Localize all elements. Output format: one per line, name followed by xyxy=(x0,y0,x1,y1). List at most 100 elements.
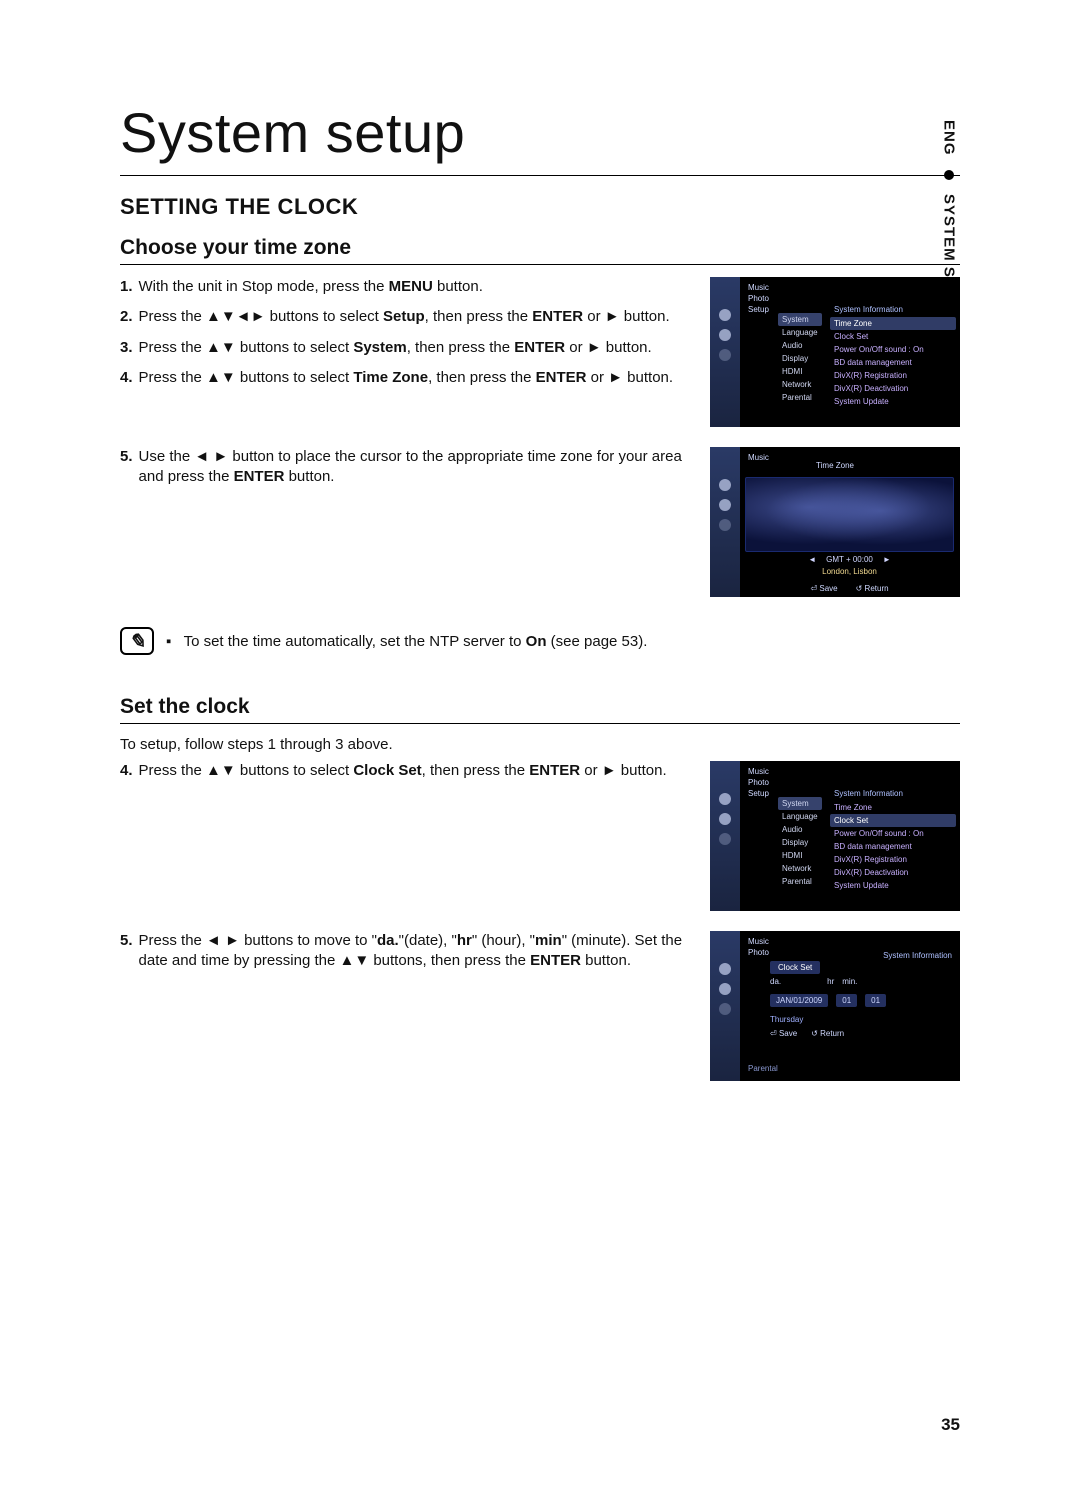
tv-clockset-title: Clock Set xyxy=(770,961,820,974)
tv-menu-item: Language xyxy=(778,326,822,339)
label-min: min. xyxy=(842,977,857,986)
lang-tab: ENG xyxy=(941,120,958,156)
tv-panel-header: System Information xyxy=(830,305,956,314)
tv-hr-value: 01 xyxy=(836,994,857,1007)
set-clock-heading: Set the clock xyxy=(120,695,960,724)
step: 1.With the unit in Stop mode, press the … xyxy=(120,277,694,297)
gear-icon xyxy=(719,813,731,825)
tv-screenshot-clockset-fields: Music Photo System Information Clock Set… xyxy=(710,931,960,1081)
globe-icon xyxy=(719,793,731,805)
tv-nav-setup: Setup xyxy=(748,305,769,314)
page-number: 35 xyxy=(941,1415,960,1435)
note-pencil-icon: ✎ xyxy=(120,627,154,655)
step: 2.Press the ▲▼◄► buttons to select Setup… xyxy=(120,307,694,327)
globe-icon xyxy=(719,963,731,975)
tv-menu-system: System xyxy=(778,797,822,810)
step: 4.Press the ▲▼ buttons to select Clock S… xyxy=(120,761,694,781)
tv-date-value: JAN/01/2009 xyxy=(770,994,828,1007)
tv-menu-item: Display xyxy=(778,352,822,365)
globe-icon xyxy=(719,479,731,491)
tv-menu-item: Audio xyxy=(778,339,822,352)
tv-save-button-label: Save xyxy=(819,584,837,593)
tv-screenshot-timezone-map: Music Time Zone ◄ GMT + 00:00 ► London, … xyxy=(710,447,960,597)
tv-screenshot-system-clockset: Music Photo Setup System Language Audio … xyxy=(710,761,960,911)
tv-panel-item: Time Zone xyxy=(830,801,956,814)
gear-icon xyxy=(719,983,731,995)
tv-menu-item: Display xyxy=(778,836,822,849)
gear-icon xyxy=(719,329,731,341)
tv-panel-item: BD data management xyxy=(830,356,956,369)
enter-icon: ⏎ xyxy=(770,1029,779,1038)
gear-icon xyxy=(719,499,731,511)
page-title: System setup xyxy=(120,100,960,176)
tv-panel-item: DivX(R) Deactivation xyxy=(830,382,956,395)
tv-return-button-label: Return xyxy=(865,584,889,593)
tv-cities: London, Lisbon xyxy=(745,567,954,576)
tv-panel-item: Power On/Off sound : On xyxy=(830,343,956,356)
tv-save-button-label: Save xyxy=(779,1029,797,1038)
tv-nav-photo: Photo xyxy=(748,948,769,957)
tv-return-button-label: Return xyxy=(820,1029,844,1038)
set-clock-step4: 4.Press the ▲▼ buttons to select Clock S… xyxy=(120,761,694,781)
choose-tz-steps: 1.With the unit in Stop mode, press the … xyxy=(120,277,694,388)
tv-nav-music: Music xyxy=(748,937,769,946)
note-bullet: ▪ xyxy=(166,633,171,650)
tv-menu-system: System xyxy=(778,313,822,326)
bullet-icon xyxy=(944,170,954,180)
manual-page: ENG SYSTEM SETUP System setup SETTING TH… xyxy=(0,0,1080,1485)
dim-icon xyxy=(719,1003,731,1015)
tv-nav-setup: Setup xyxy=(748,789,769,798)
tv-panel-item: DivX(R) Deactivation xyxy=(830,866,956,879)
tv-screenshot-system-timezone: Music Photo Setup System Language Audio … xyxy=(710,277,960,427)
return-icon: ↺ xyxy=(811,1029,820,1038)
note: ✎ ▪ To set the time automatically, set t… xyxy=(120,627,960,655)
label-hr: hr xyxy=(827,977,834,986)
choose-tz-heading: Choose your time zone xyxy=(120,236,960,265)
dim-icon xyxy=(719,833,731,845)
tv-menu-item: HDMI xyxy=(778,849,822,862)
tv-weekday: Thursday xyxy=(770,1015,886,1024)
world-map-icon xyxy=(745,477,954,552)
tv-menu-item: Audio xyxy=(778,823,822,836)
tv-panel-item: Power On/Off sound : On xyxy=(830,827,956,840)
tv-nav-photo: Photo xyxy=(748,294,769,303)
tv-min-value: 01 xyxy=(865,994,886,1007)
set-clock-intro: To setup, follow steps 1 through 3 above… xyxy=(120,736,960,753)
tv-menu-item: Parental xyxy=(778,875,822,888)
tv-gmt: GMT + 00:00 xyxy=(826,555,873,564)
dim-icon xyxy=(719,349,731,361)
tv-menu-item: Language xyxy=(778,810,822,823)
tv-panel-item: Clock Set xyxy=(830,330,956,343)
tv-tz-title: Time Zone xyxy=(710,461,960,470)
tv-panel-item: DivX(R) Registration xyxy=(830,369,956,382)
step: 5.Press the ◄ ► buttons to move to "da."… xyxy=(120,931,694,972)
tv-panel-item: System Update xyxy=(830,879,956,892)
step: 5.Use the ◄ ► button to place the cursor… xyxy=(120,447,694,488)
choose-tz-step5: 5.Use the ◄ ► button to place the cursor… xyxy=(120,447,694,488)
tv-menu-item: Network xyxy=(778,378,822,391)
dim-icon xyxy=(719,519,731,531)
tv-menu-item: HDMI xyxy=(778,365,822,378)
tv-panel-item: DivX(R) Registration xyxy=(830,853,956,866)
tv-menu-item: Parental xyxy=(748,1064,778,1073)
tv-panel-item: System Update xyxy=(830,395,956,408)
tv-menu-item: Network xyxy=(778,862,822,875)
chevron-left-icon: ◄ xyxy=(808,555,816,564)
globe-icon xyxy=(719,309,731,321)
step: 4.Press the ▲▼ buttons to select Time Zo… xyxy=(120,368,694,388)
tv-panel-timezone: Time Zone xyxy=(830,317,956,330)
set-clock-step5: 5.Press the ◄ ► buttons to move to "da."… xyxy=(120,931,694,972)
tv-panel-clockset: Clock Set xyxy=(830,814,956,827)
tv-nav-photo: Photo xyxy=(748,778,769,787)
label-da: da. xyxy=(770,977,781,986)
tv-panel-item: BD data management xyxy=(830,840,956,853)
return-icon: ↺ xyxy=(856,584,865,593)
tv-panel-header: System Information xyxy=(883,951,952,960)
step: 3.Press the ▲▼ buttons to select System,… xyxy=(120,338,694,358)
page-heading: SETTING THE CLOCK xyxy=(120,194,960,220)
tv-panel-header: System Information xyxy=(830,789,956,798)
tv-menu-item: Parental xyxy=(778,391,822,404)
tv-nav-music: Music xyxy=(748,283,769,292)
chevron-right-icon: ► xyxy=(883,555,891,564)
tv-nav-music: Music xyxy=(748,767,769,776)
